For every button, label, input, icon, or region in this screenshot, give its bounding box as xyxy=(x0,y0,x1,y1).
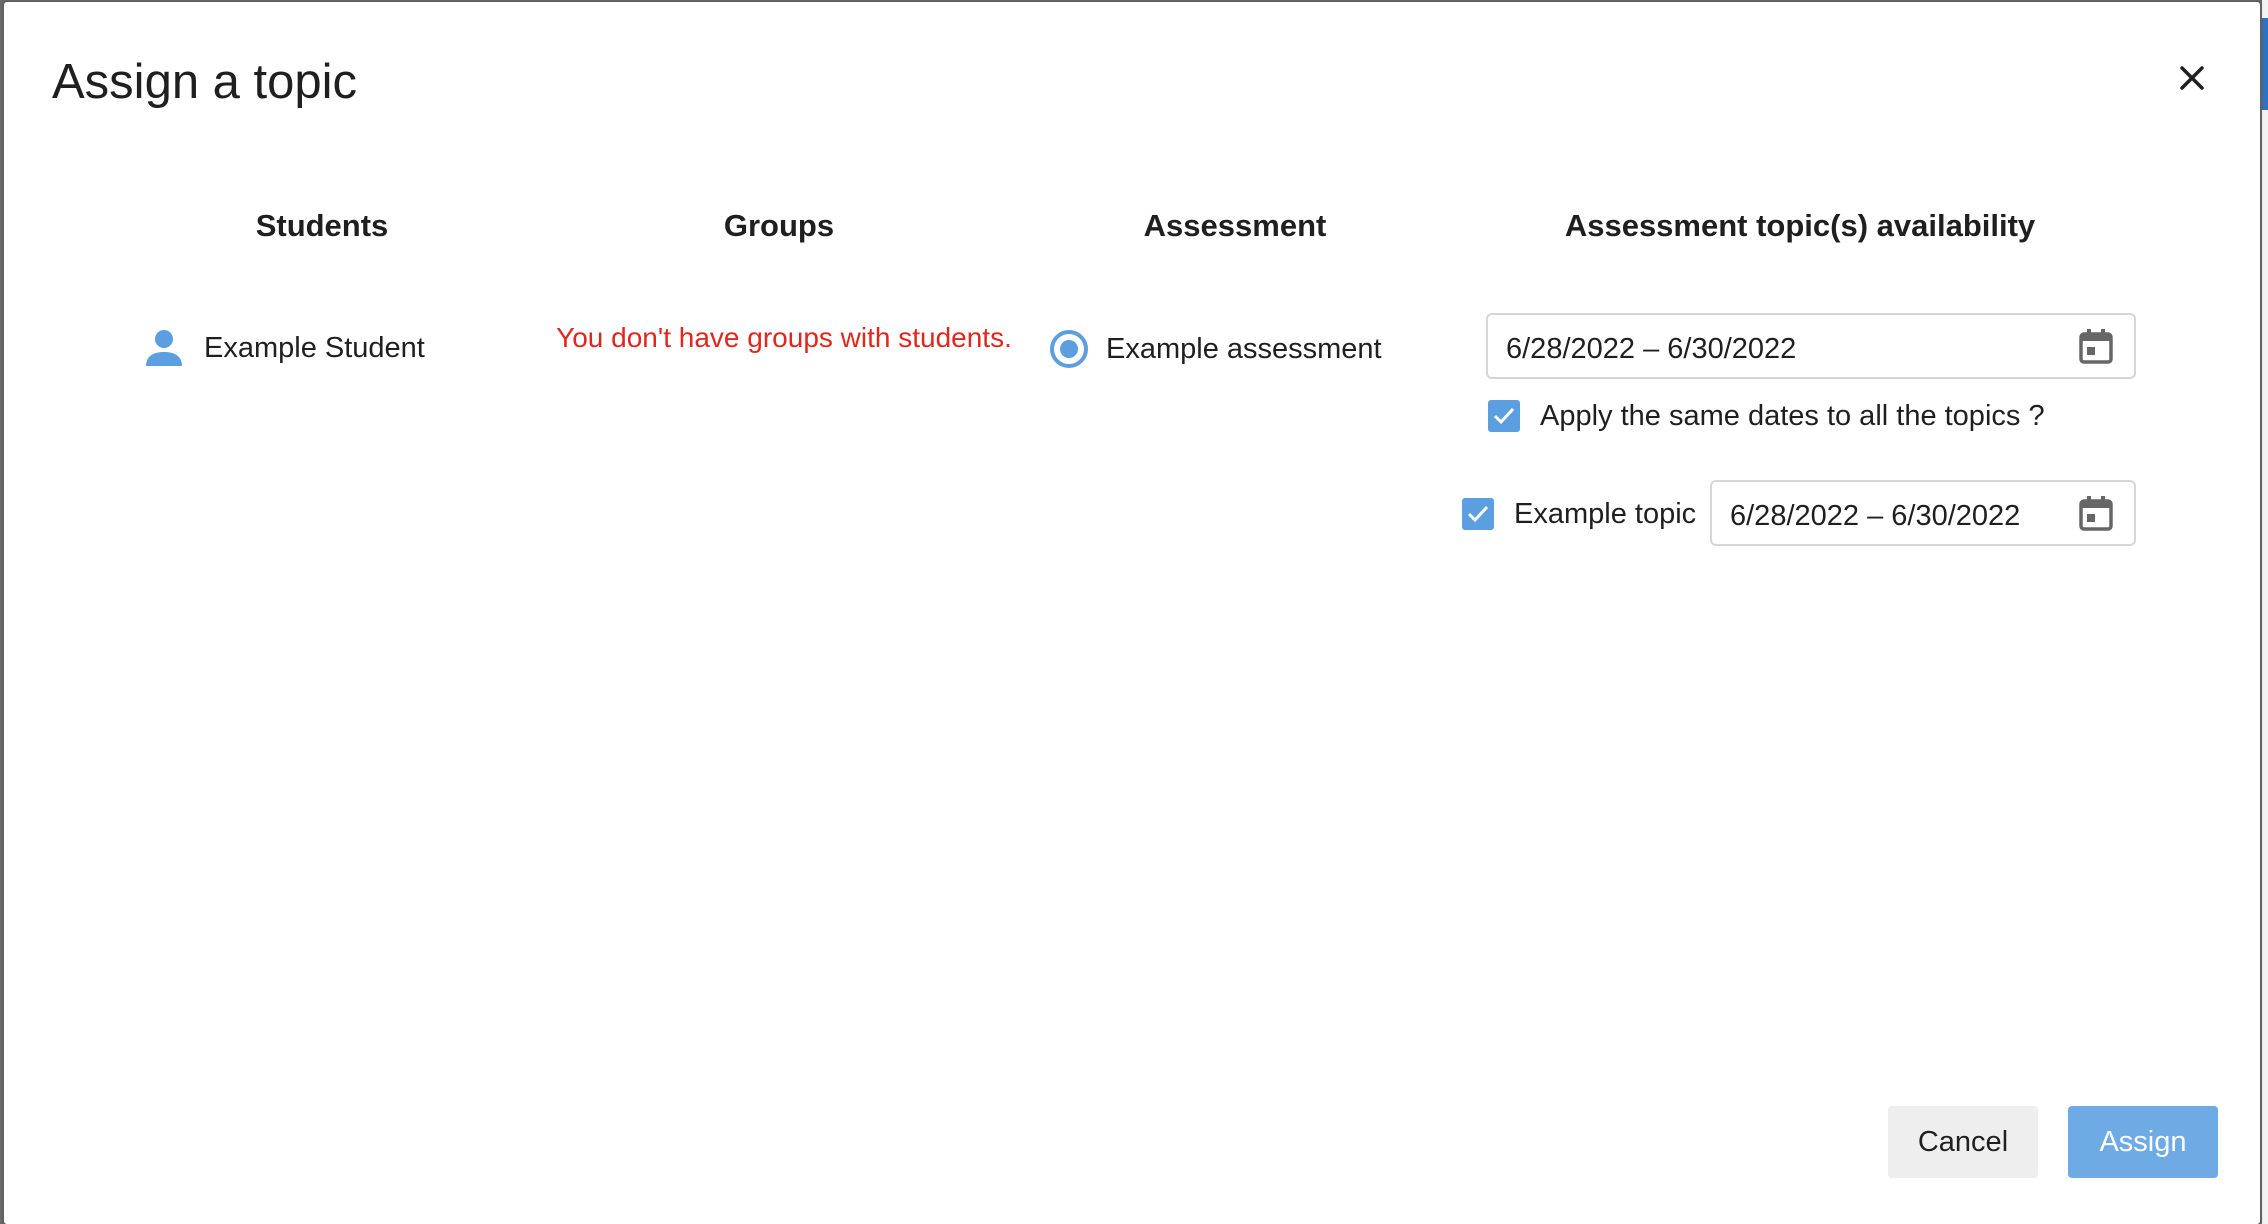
cancel-button[interactable]: Cancel xyxy=(1888,1106,2038,1178)
apply-same-dates-checkbox[interactable] xyxy=(1488,400,1520,432)
topic-checkbox[interactable] xyxy=(1462,498,1494,530)
apply-same-dates-row[interactable]: Apply the same dates to all the topics ? xyxy=(1488,396,2045,436)
assessment-option-label: Example assessment xyxy=(1106,332,1382,365)
assessment-option[interactable]: Example assessment xyxy=(1050,324,1382,374)
availability-date-range-value: 6/28/2022 – 6/30/2022 xyxy=(1506,332,1797,365)
checkmark-icon xyxy=(1467,505,1489,523)
availability-column-header: Assessment topic(s) availability xyxy=(1564,208,2036,243)
calendar-icon[interactable] xyxy=(2076,493,2116,533)
background-edge xyxy=(2262,0,2268,1224)
assessment-column-header: Assessment xyxy=(1143,208,1327,243)
topic-date-range-value: 6/28/2022 – 6/30/2022 xyxy=(1730,499,2021,532)
person-icon xyxy=(146,330,182,366)
calendar-icon[interactable] xyxy=(2076,326,2116,366)
topic-label: Example topic xyxy=(1514,497,1697,530)
radio-selected-dot xyxy=(1060,340,1078,358)
close-button[interactable] xyxy=(2168,54,2216,102)
groups-empty-message: You don't have groups with students. xyxy=(556,322,1012,353)
groups-column-header: Groups xyxy=(723,208,835,243)
assign-topic-dialog: Assign a topic Students Groups Assessmen… xyxy=(4,2,2260,1224)
checkmark-icon xyxy=(1493,407,1515,425)
availability-date-range-field[interactable]: 6/28/2022 – 6/30/2022 xyxy=(1486,313,2136,379)
student-list-item: Example Student xyxy=(142,324,425,372)
topic-date-range-field[interactable]: 6/28/2022 – 6/30/2022 xyxy=(1710,480,2136,546)
students-column-header: Students xyxy=(255,208,389,243)
dialog-title: Assign a topic xyxy=(52,55,358,109)
student-name: Example Student xyxy=(204,331,425,364)
assign-button[interactable]: Assign xyxy=(2068,1106,2218,1178)
assessment-radio[interactable] xyxy=(1050,330,1088,368)
apply-same-dates-label: Apply the same dates to all the topics ? xyxy=(1540,399,2045,432)
topic-row[interactable]: Example topic xyxy=(1462,494,1696,534)
background-accent-bar xyxy=(2262,18,2268,110)
close-icon xyxy=(2180,66,2204,90)
